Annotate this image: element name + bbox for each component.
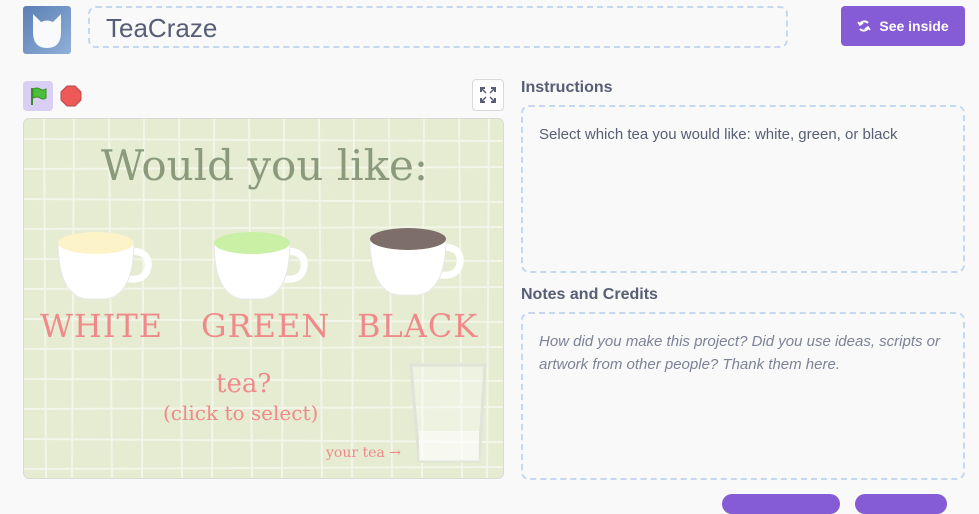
see-inside-button[interactable]: See inside — [841, 6, 965, 46]
bottom-action-button-2[interactable] — [855, 494, 947, 514]
bottom-action-button-1[interactable] — [722, 494, 840, 514]
remix-arrows-icon — [857, 20, 872, 32]
green-flag-button[interactable] — [23, 81, 53, 111]
notes-heading: Notes and Credits — [521, 286, 658, 303]
see-inside-label: See inside — [879, 18, 949, 34]
your-tea-label: your tea → — [326, 445, 401, 461]
fullscreen-button[interactable] — [472, 79, 504, 111]
stage-hint: (click to select) — [163, 401, 319, 425]
green-tea-cup[interactable] — [210, 229, 310, 304]
project-author-avatar[interactable] — [23, 6, 71, 54]
option-white-label[interactable]: WHITE — [40, 307, 163, 345]
fullscreen-icon — [480, 87, 496, 103]
scratch-cat-icon — [33, 14, 61, 48]
stage-headline: Would you like: — [101, 141, 429, 190]
option-green-label[interactable]: GREEN — [201, 307, 330, 345]
project-title-input[interactable]: TeaCraze — [88, 6, 788, 48]
instructions-field[interactable]: Select which tea you would like: white, … — [521, 105, 965, 273]
stop-icon — [60, 85, 82, 107]
green-flag-icon — [31, 87, 47, 105]
white-tea-cup[interactable] — [54, 229, 154, 304]
black-tea-cup[interactable] — [366, 225, 466, 300]
stage-prompt: tea? — [216, 369, 272, 399]
option-black-label[interactable]: BLACK — [357, 307, 478, 345]
empty-glass — [409, 363, 487, 463]
instructions-heading: Instructions — [521, 79, 613, 96]
project-stage[interactable]: Would you like: WHITE GREEN BLACK tea? (… — [23, 118, 504, 479]
notes-field[interactable]: How did you make this project? Did you u… — [521, 312, 965, 480]
stop-button[interactable] — [60, 85, 82, 107]
